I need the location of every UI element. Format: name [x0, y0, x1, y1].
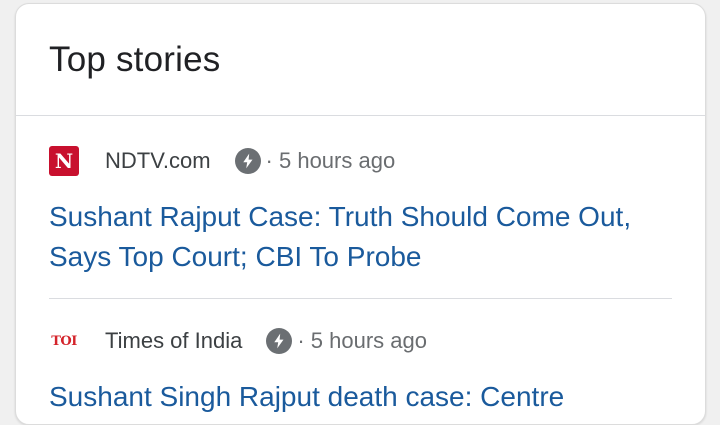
story-headline-link[interactable]: Sushant Singh Rajput death case: Centre	[49, 377, 671, 417]
source-name: Times of India	[105, 328, 243, 353]
lightning-bolt-icon	[234, 148, 261, 174]
story-divider	[49, 298, 672, 299]
story-source-row: N NDTV.com · 5 hours ago	[49, 144, 671, 178]
toi-logo: TOI	[49, 326, 79, 356]
source-name: NDTV.com	[105, 148, 211, 173]
story-item[interactable]: TOI Times of India · 5 hours ago Sushant…	[49, 324, 671, 417]
story-item[interactable]: N NDTV.com · 5 hours ago Sushant Rajput …	[49, 144, 671, 277]
ndtv-logo: N	[49, 146, 79, 176]
lightning-bolt-icon	[266, 328, 293, 354]
section-title: Top stories	[49, 40, 221, 79]
top-stories-card: Top stories N NDTV.com · 5 hours ago Sus…	[15, 3, 706, 425]
story-headline-link[interactable]: Sushant Rajput Case: Truth Should Come O…	[49, 197, 671, 277]
card-header: Top stories	[16, 4, 705, 116]
story-time: · 5 hours ago	[297, 328, 427, 353]
story-time: · 5 hours ago	[265, 148, 396, 173]
story-source-row: TOI Times of India · 5 hours ago	[49, 324, 671, 358]
